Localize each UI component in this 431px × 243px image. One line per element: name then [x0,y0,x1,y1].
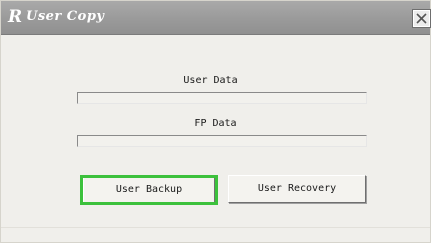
title-bar[interactable]: R User Copy [1,1,431,35]
user-backup-button[interactable]: User Backup [83,177,215,203]
window-bottom-divider [1,227,430,228]
app-icon: R [8,7,23,27]
fp-data-label: FP Data [194,118,237,129]
fp-data-progress-bar [77,135,367,147]
user-recovery-button[interactable]: User Recovery [228,175,366,203]
close-icon [416,13,427,24]
user-data-label: User Data [183,75,238,86]
user-copy-window: R User Copy User Data FP Data User Backu… [0,0,431,243]
user-data-progress-bar [77,92,367,104]
window-title: User Copy [26,9,105,24]
close-button[interactable] [412,9,431,28]
